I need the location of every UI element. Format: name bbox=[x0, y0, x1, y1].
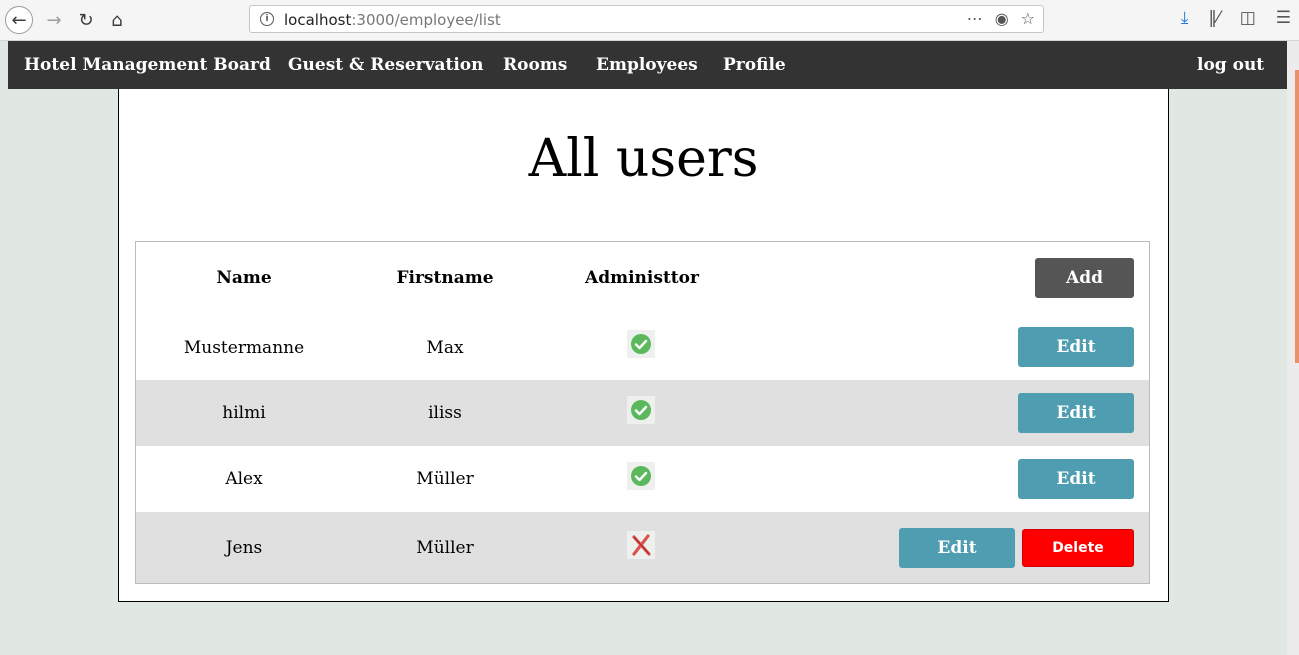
users-table: Name Firstname Administtor Add Musterman… bbox=[135, 241, 1150, 584]
header-administrator: Administtor bbox=[585, 268, 699, 288]
back-arrow-icon[interactable]: ← bbox=[5, 6, 33, 34]
add-button[interactable]: Add bbox=[1035, 258, 1134, 298]
cell-name: hilmi bbox=[222, 403, 266, 423]
page-title: All users bbox=[528, 129, 759, 189]
forward-arrow-icon[interactable]: → bbox=[40, 6, 68, 34]
nav-item-guest-reservation[interactable]: Guest & Reservation bbox=[288, 55, 484, 75]
check-icon bbox=[627, 330, 655, 358]
info-icon[interactable]: i bbox=[260, 12, 274, 26]
logout-link[interactable]: log out bbox=[1197, 55, 1264, 75]
table-row: Alex Müller Edit bbox=[136, 446, 1149, 512]
cell-firstname: iliss bbox=[428, 403, 462, 423]
table-row: hilmi iliss Edit bbox=[136, 380, 1149, 446]
content-card: All users Name Firstname Administtor Add… bbox=[118, 89, 1169, 602]
table-header-row: Name Firstname Administtor Add bbox=[136, 242, 1149, 315]
cell-firstname: Max bbox=[426, 338, 464, 358]
address-bar[interactable]: i localhost:3000/employee/list ⋯ ◉ ☆ bbox=[249, 5, 1044, 33]
check-icon bbox=[627, 462, 655, 490]
app-navbar: Hotel Management Board Guest & Reservati… bbox=[8, 41, 1287, 89]
delete-button[interactable]: Delete bbox=[1022, 529, 1134, 567]
cell-firstname: Müller bbox=[416, 538, 474, 558]
nav-item-employees[interactable]: Employees bbox=[596, 55, 698, 75]
edit-button[interactable]: Edit bbox=[1018, 459, 1134, 499]
more-options-icon[interactable]: ⋯ bbox=[967, 9, 983, 28]
nav-item-profile[interactable]: Profile bbox=[723, 55, 786, 75]
cell-firstname: Müller bbox=[416, 469, 474, 489]
sidebar-icon[interactable]: ◫ bbox=[1240, 8, 1256, 28]
edit-button[interactable]: Edit bbox=[1018, 393, 1134, 433]
reload-icon[interactable]: ↻ bbox=[72, 6, 100, 34]
table-row: Jens Müller Edit Delete bbox=[136, 512, 1149, 583]
cell-name: Alex bbox=[225, 469, 263, 489]
nav-brand[interactable]: Hotel Management Board bbox=[24, 55, 271, 75]
cell-name: Mustermanne bbox=[183, 338, 305, 358]
bookmark-star-icon[interactable]: ☆ bbox=[1021, 9, 1035, 28]
library-icon[interactable]: ‖⁄ bbox=[1208, 8, 1219, 28]
edit-button[interactable]: Edit bbox=[1018, 327, 1134, 367]
nav-item-rooms[interactable]: Rooms bbox=[503, 55, 567, 75]
browser-toolbar: ← → ↻ ⌂ i localhost:3000/employee/list ⋯… bbox=[0, 0, 1299, 41]
menu-icon[interactable]: ☰ bbox=[1276, 8, 1291, 28]
cross-icon bbox=[627, 531, 655, 559]
table-row: Mustermanne Max Edit bbox=[136, 315, 1149, 380]
edit-button[interactable]: Edit bbox=[899, 528, 1015, 568]
check-icon bbox=[627, 396, 655, 424]
scrollbar-thumb[interactable] bbox=[1295, 70, 1299, 363]
header-name: Name bbox=[216, 268, 272, 288]
url-text[interactable]: localhost:3000/employee/list bbox=[284, 11, 501, 29]
cell-name: Jens bbox=[225, 538, 263, 558]
download-icon[interactable]: ⤓ bbox=[1181, 8, 1189, 28]
header-firstname: Firstname bbox=[396, 268, 494, 288]
home-icon[interactable]: ⌂ bbox=[103, 6, 131, 34]
pocket-icon[interactable]: ◉ bbox=[995, 9, 1009, 28]
